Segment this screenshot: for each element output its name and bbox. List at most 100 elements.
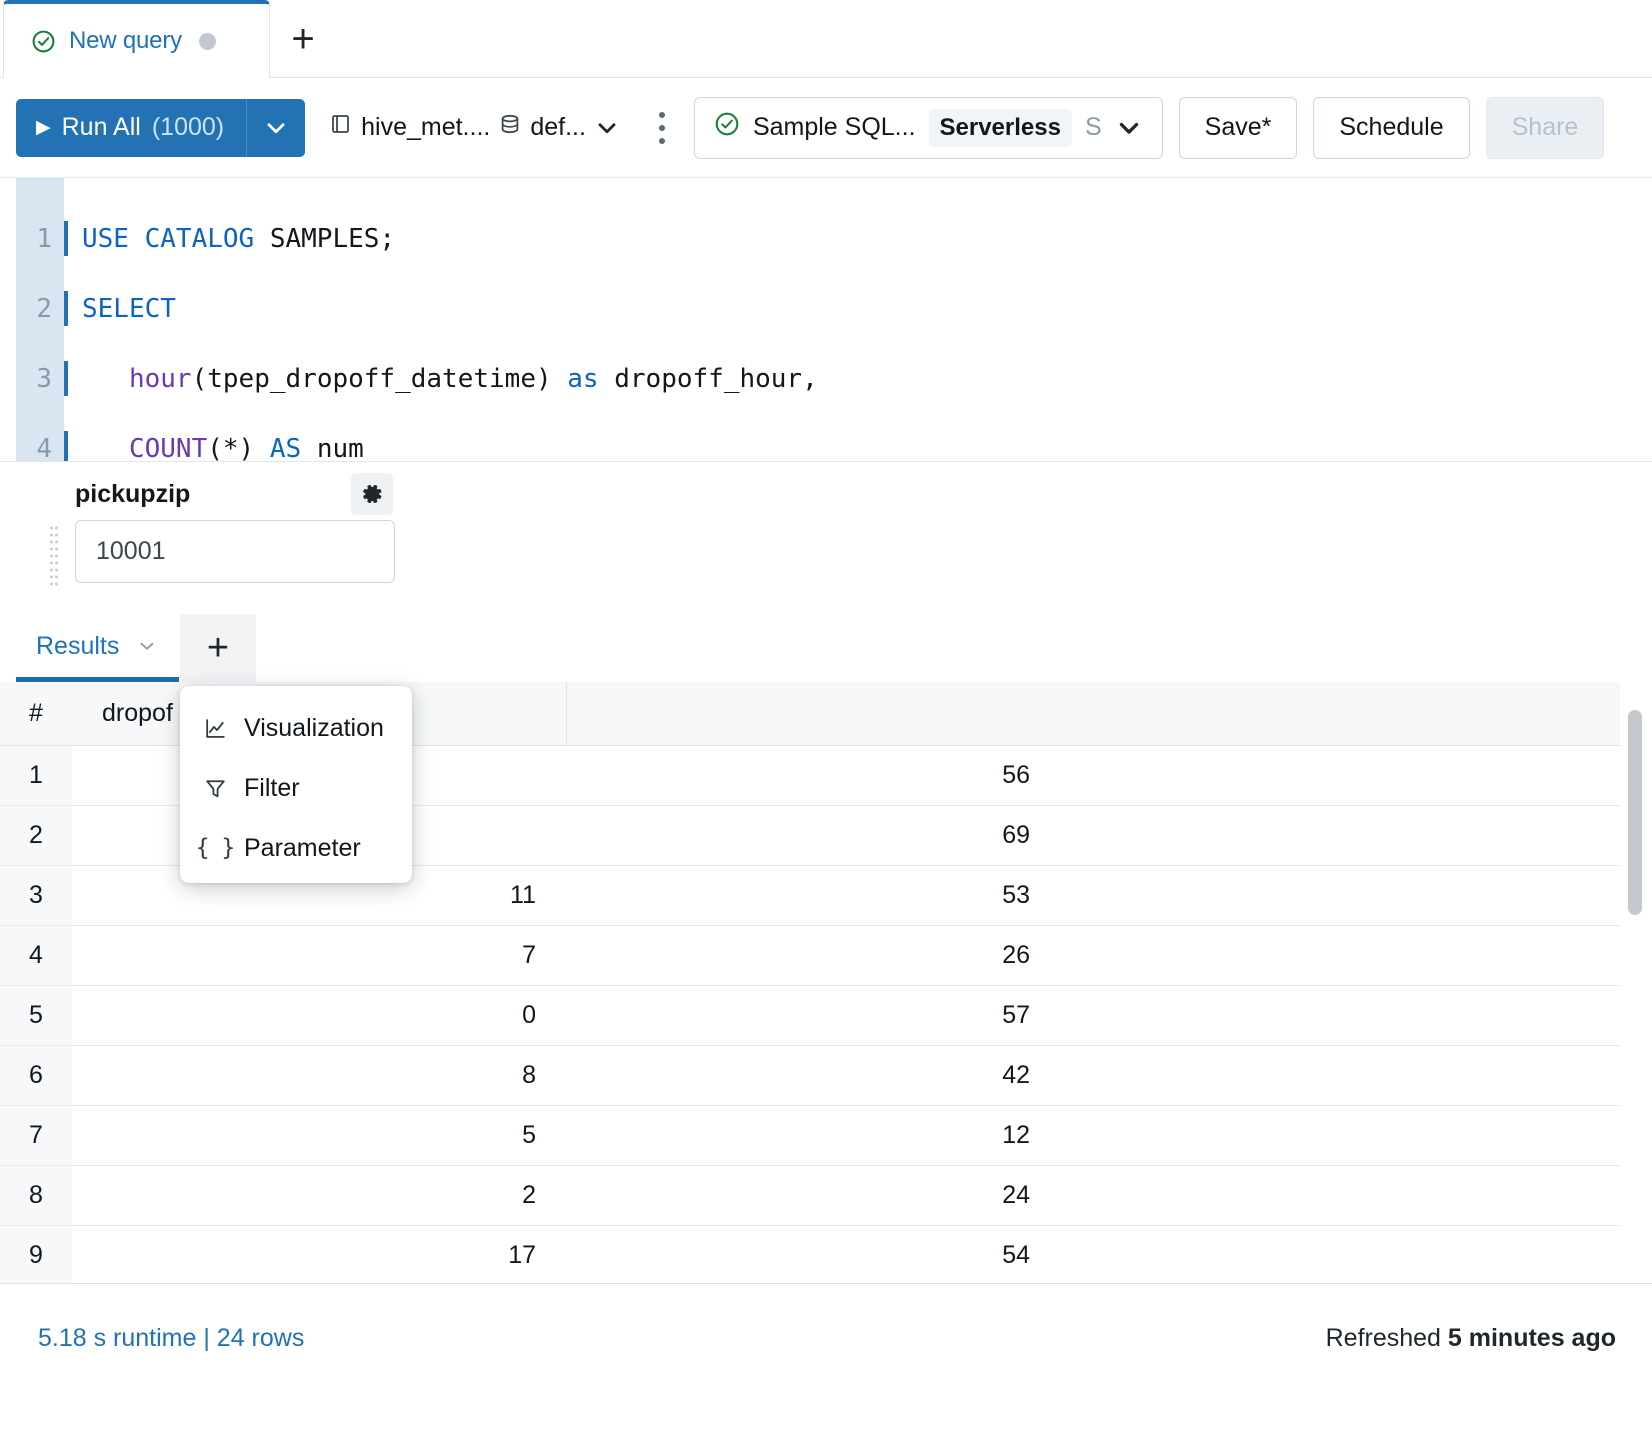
cell-num: 56 [566,745,1060,805]
cell-dropoff-hour: 17 [72,1225,566,1283]
line-number: 4 [16,432,64,461]
cell-num: 12 [566,1105,1060,1165]
run-all-group: ▶ Run All (1000) [16,99,305,157]
row-index: 2 [0,805,72,865]
menu-item-label: Visualization [244,714,384,743]
table-row[interactable]: 9 17 54 [0,1225,1620,1283]
refreshed-value: 5 minutes ago [1448,1324,1616,1352]
cell-spacer [1060,925,1620,985]
row-index: 3 [0,865,72,925]
runtime-status[interactable]: 5.18 s runtime | 24 rows [38,1324,304,1353]
row-index: 1 [0,745,72,805]
warehouse-type-badge: Serverless [929,109,1072,147]
database-icon [498,112,522,143]
query-editor-page: New query + ▶ Run All (1000) [0,0,1652,1444]
save-button[interactable]: Save* [1179,97,1298,159]
menu-item-label: Filter [244,774,300,803]
schedule-button[interactable]: Schedule [1313,97,1469,159]
cell-num: 26 [566,925,1060,985]
vertical-scrollbar[interactable] [1628,710,1642,915]
cell-num: 42 [566,1045,1060,1105]
cell-spacer [1060,865,1620,925]
column-header-num [566,682,1060,745]
run-all-dropdown-button[interactable] [247,99,305,157]
unsaved-dot-icon [199,33,216,50]
sql-code: 1USE CATALOG SAMPLES; 2SELECT 3 hour(tpe… [16,186,1636,461]
chevron-down-icon [136,635,158,657]
menu-item-visualization[interactable]: Visualization [180,698,412,758]
parameter-panel: pickupzip [0,461,1652,610]
refreshed-prefix: Refreshed [1326,1324,1448,1352]
run-all-label: Run All [62,113,141,142]
warehouse-name: Sample SQL... [753,113,916,142]
parameter-name-label: pickupzip [75,480,190,509]
results-tab-label: Results [36,632,119,661]
kebab-menu-icon[interactable] [642,99,682,157]
row-index: 4 [0,925,72,985]
catalog-name: hive_met.... [361,113,490,142]
cell-dropoff-hour: 2 [72,1165,566,1225]
cell-spacer [1060,1225,1620,1283]
menu-item-filter[interactable]: Filter [180,758,412,818]
play-icon: ▶ [36,118,51,137]
warehouse-selector[interactable]: Sample SQL... Serverless S [694,97,1163,159]
cell-spacer [1060,805,1620,865]
code-line: 4 COUNT(*) AS num [16,431,1636,461]
row-index: 8 [0,1165,72,1225]
cell-num: 57 [566,985,1060,1045]
run-all-button[interactable]: ▶ Run All (1000) [16,99,246,157]
warehouse-size-label: S [1085,113,1102,142]
check-circle-icon [714,111,740,144]
add-result-view-button[interactable]: + [180,614,256,682]
code-line: 3 hour(tpep_dropoff_datetime) as dropoff… [16,361,1636,396]
cell-dropoff-hour: 8 [72,1045,566,1105]
menu-item-parameter[interactable]: { } Parameter [180,818,412,878]
cell-dropoff-hour: 7 [72,925,566,985]
row-index: 9 [0,1225,72,1283]
menu-item-label: Parameter [244,834,361,863]
cell-spacer [1060,1045,1620,1105]
tab-label: New query [69,27,182,55]
row-index: 6 [0,1045,72,1105]
column-header-index: # [0,682,72,745]
cell-spacer [1060,985,1620,1045]
funnel-icon [202,776,228,801]
column-header-spacer [1060,682,1620,745]
cell-num: 53 [566,865,1060,925]
catalog-schema-selector[interactable]: hive_met.... def... [329,112,620,143]
query-toolbar: ▶ Run All (1000) hive_met.... [0,78,1652,178]
table-row[interactable]: 4 7 26 [0,925,1620,985]
cell-num: 54 [566,1225,1060,1283]
add-result-view-menu: Visualization Filter { } Parameter [180,686,412,883]
cell-spacer [1060,1105,1620,1165]
cell-dropoff-hour: 0 [72,985,566,1045]
check-circle-icon [31,29,56,54]
chart-line-icon [202,716,228,741]
table-row[interactable]: 5 0 57 [0,985,1620,1045]
plus-icon[interactable]: + [272,8,334,70]
tab-new-query[interactable]: New query [3,0,270,78]
cell-dropoff-hour: 5 [72,1105,566,1165]
chevron-down-icon [594,115,620,141]
code-line: 1USE CATALOG SAMPLES; [16,221,1636,256]
line-number: 1 [16,222,64,257]
drag-handle-icon[interactable] [49,524,62,587]
row-index: 5 [0,985,72,1045]
schema-name: def... [530,113,586,142]
line-number: 3 [16,362,64,397]
cell-spacer [1060,1165,1620,1225]
table-row[interactable]: 6 8 42 [0,1045,1620,1105]
chevron-down-icon [1115,114,1143,142]
cell-num: 69 [566,805,1060,865]
gear-icon[interactable] [351,473,393,515]
cell-spacer [1060,745,1620,805]
tab-bar: New query + [0,0,1652,78]
tab-results[interactable]: Results [16,610,179,682]
table-row[interactable]: 8 2 24 [0,1165,1620,1225]
table-row[interactable]: 7 5 12 [0,1105,1620,1165]
status-bar: 5.18 s runtime | 24 rows Refreshed 5 min… [0,1283,1652,1444]
sql-editor[interactable]: 1USE CATALOG SAMPLES; 2SELECT 3 hour(tpe… [0,178,1652,461]
cell-num: 24 [566,1165,1060,1225]
parameter-value-input[interactable] [75,520,395,583]
refreshed-status: Refreshed 5 minutes ago [1326,1324,1616,1353]
